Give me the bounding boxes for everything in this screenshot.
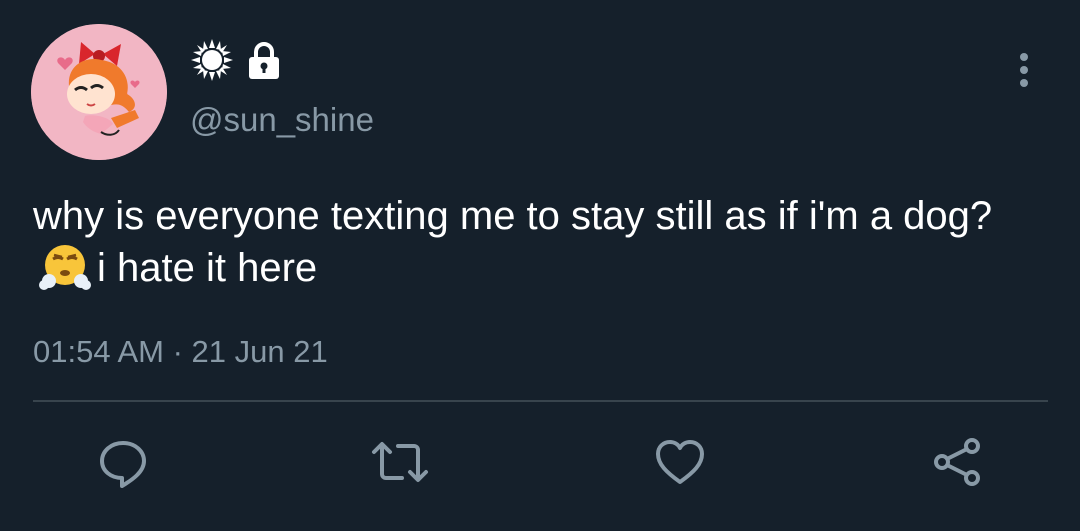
dot bbox=[1020, 66, 1028, 74]
like-icon[interactable] bbox=[650, 430, 710, 494]
reply-icon[interactable] bbox=[93, 430, 153, 494]
share-icon[interactable] bbox=[928, 430, 988, 494]
user-handle[interactable]: @sun_shine bbox=[190, 100, 374, 140]
avatar[interactable] bbox=[31, 24, 167, 160]
retweet-icon[interactable] bbox=[370, 430, 430, 494]
tweet-card: @sun_shine why is everyone texting me to… bbox=[0, 0, 1080, 531]
lock-icon bbox=[246, 40, 282, 80]
timestamp[interactable]: 01:54 AM · 21 Jun 21 bbox=[33, 334, 328, 370]
display-name[interactable] bbox=[190, 38, 282, 82]
divider bbox=[33, 400, 1048, 402]
tweet-text: why is everyone texting me to stay still… bbox=[33, 190, 1043, 294]
avatar-image bbox=[31, 24, 167, 160]
tweet-text-part1: why is everyone texting me to stay still… bbox=[33, 194, 993, 238]
dot bbox=[1020, 53, 1028, 61]
action-bar bbox=[0, 430, 1080, 494]
tweet-text-part2: i hate it here bbox=[97, 246, 318, 290]
sun-icon bbox=[190, 38, 234, 82]
more-options-icon[interactable] bbox=[1008, 48, 1040, 92]
dot bbox=[1020, 79, 1028, 87]
face-with-steam-from-nose-emoji bbox=[39, 243, 91, 291]
